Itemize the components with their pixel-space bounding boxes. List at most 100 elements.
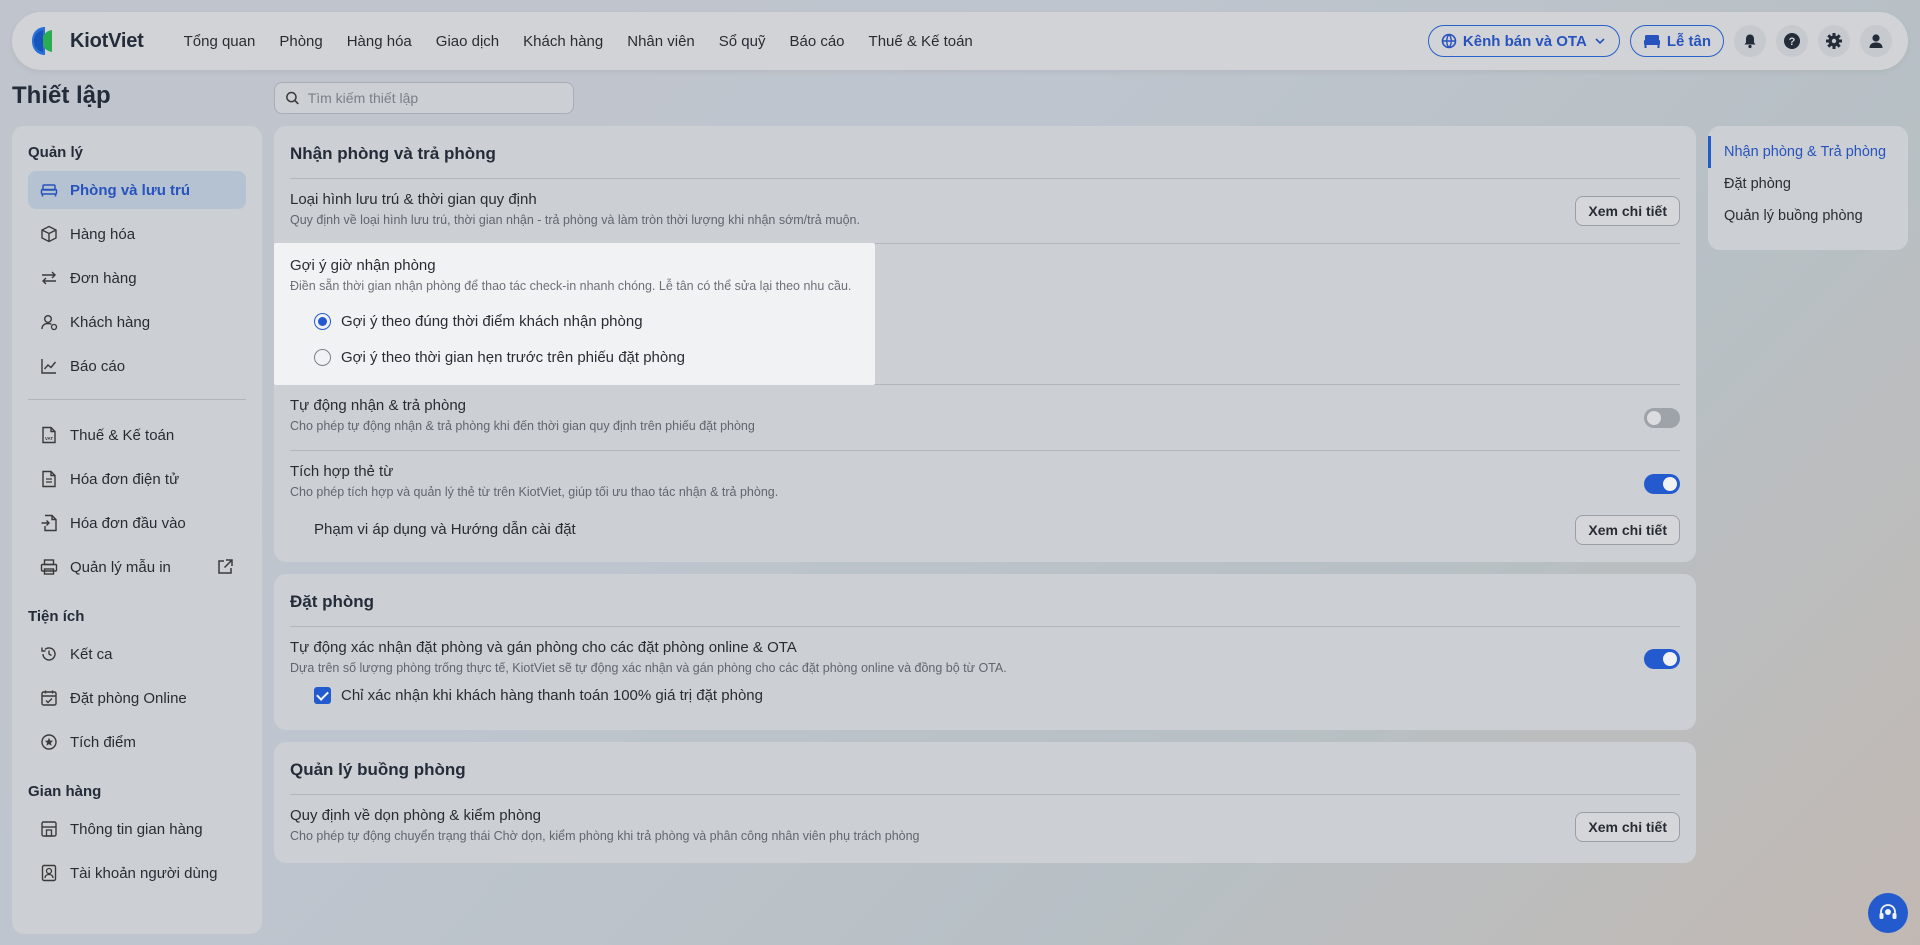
- sidebar-item-e-invoice[interactable]: Hóa đơn điện tử: [28, 460, 246, 498]
- invoice-icon: [42, 470, 56, 488]
- radio-button[interactable]: [314, 312, 331, 330]
- sidebar-item-label: Thông tin gian hàng: [70, 820, 203, 838]
- full-payment-only-option[interactable]: Chỉ xác nhận khi khách hàng thanh toán 1…: [290, 687, 1680, 704]
- nav-customers[interactable]: Khách hàng: [511, 33, 615, 50]
- sidebar-item-input-invoice[interactable]: Hóa đơn đầu vào: [28, 504, 246, 542]
- sidebar-section-utilities: Tiện ích: [28, 608, 85, 625]
- toc-item-checkin-checkout[interactable]: Nhận phòng & Trả phòng: [1708, 136, 1908, 168]
- star-circle-icon: [41, 734, 57, 750]
- settings-sidebar: Quản lý Phòng và lưu trú Hàng hóa Đơn hà…: [12, 126, 262, 934]
- row-title: Loại hình lưu trú & thời gian quy định: [290, 191, 537, 208]
- row-description: Cho phép tự động chuyển trạng thái Chờ d…: [290, 829, 920, 843]
- sidebar-item-loyalty-points[interactable]: Tích điểm: [28, 723, 246, 761]
- history-icon: [41, 647, 56, 661]
- key-card-toggle[interactable]: [1644, 474, 1680, 494]
- auto-checkin-toggle[interactable]: [1644, 408, 1680, 428]
- sidebar-item-label: Tích điểm: [70, 733, 136, 751]
- sidebar-item-label: Hóa đơn đầu vào: [70, 514, 186, 532]
- swap-icon: [42, 271, 56, 285]
- sidebar-item-rooms-stay[interactable]: Phòng và lưu trú: [28, 171, 246, 209]
- nav-goods[interactable]: Hàng hóa: [335, 33, 424, 50]
- sidebar-item-label: Đơn hàng: [70, 269, 137, 287]
- sidebar-item-tax-accounting[interactable]: VAT Thuế & Kế toán: [28, 416, 246, 454]
- sidebar-item-label: Phòng và lưu trú: [70, 181, 191, 199]
- reception-button[interactable]: Lễ tân: [1629, 25, 1724, 57]
- sidebar-item-store-info[interactable]: Thông tin gian hàng: [28, 810, 246, 848]
- user-icon: [1869, 34, 1883, 48]
- nav-transactions[interactable]: Giao dịch: [424, 33, 511, 50]
- bell-icon: [1744, 34, 1756, 49]
- sidebar-item-reports[interactable]: Báo cáo: [28, 347, 246, 385]
- nav-cashbook[interactable]: Sổ quỹ: [707, 33, 778, 50]
- card-title: Quản lý buồng phòng: [290, 742, 1680, 795]
- settings-search[interactable]: [274, 82, 574, 114]
- top-navigation-bar: KiotViet Tổng quan Phòng Hàng hóa Giao d…: [12, 12, 1908, 70]
- suggestion-description: Điền sẵn thời gian nhận phòng để thao tá…: [290, 279, 852, 293]
- sidebar-item-label: Hóa đơn điện tử: [70, 470, 180, 488]
- row-description: Cho phép tự động nhận & trả phòng khi đế…: [290, 419, 755, 433]
- toc-item-booking[interactable]: Đặt phòng: [1708, 168, 1908, 200]
- account-button[interactable]: [1860, 25, 1892, 57]
- external-link-icon[interactable]: [216, 558, 234, 576]
- topbar-actions: Kênh bán và OTA Lễ tân ?: [1427, 25, 1892, 57]
- radio-button[interactable]: [314, 348, 331, 366]
- nav-tax-accounting[interactable]: Thuế & Kế toán: [857, 33, 985, 50]
- settings-button[interactable]: [1818, 25, 1850, 57]
- sidebar-item-label: Kết ca: [70, 645, 113, 663]
- housekeeping-card: Quản lý buồng phòng Quy định về dọn phòn…: [274, 742, 1696, 863]
- view-details-button[interactable]: Xem chi tiết: [1575, 515, 1680, 545]
- key-card-guide-label: Phạm vi áp dụng và Hướng dẫn cài đặt: [314, 521, 576, 538]
- box-icon: [41, 225, 57, 243]
- auto-confirm-booking-row: Tự động xác nhận đặt phòng và gán phòng …: [290, 627, 1680, 723]
- sidebar-item-orders[interactable]: Đơn hàng: [28, 259, 246, 297]
- vat-doc-icon: VAT: [42, 426, 56, 444]
- store-icon: [41, 821, 57, 837]
- sidebar-item-print-templates[interactable]: Quản lý mẫu in: [28, 548, 246, 586]
- help-button[interactable]: ?: [1776, 25, 1808, 57]
- nav-staff[interactable]: Nhân viên: [615, 33, 707, 50]
- chevron-down-icon: [1595, 38, 1605, 45]
- cleaning-inspection-row: Quy định về dọn phòng & kiểm phòng Cho p…: [290, 795, 1680, 859]
- full-payment-checkbox[interactable]: [314, 687, 331, 704]
- headset-support-icon: [1879, 904, 1897, 919]
- toc-item-housekeeping[interactable]: Quản lý buồng phòng: [1708, 200, 1908, 232]
- sidebar-item-online-booking[interactable]: Đặt phòng Online: [28, 679, 246, 717]
- sales-channel-ota-button[interactable]: Kênh bán và OTA: [1427, 25, 1620, 57]
- sidebar-section-management: Quản lý: [28, 144, 84, 161]
- gear-icon: [1826, 33, 1842, 49]
- sidebar-item-label: Khách hàng: [70, 313, 151, 331]
- card-title: Đặt phòng: [290, 574, 1680, 627]
- row-title: Tự động xác nhận đặt phòng và gán phòng …: [290, 639, 797, 656]
- support-chat-button[interactable]: [1868, 893, 1908, 933]
- search-input[interactable]: [307, 90, 563, 106]
- calendar-check-icon: [41, 690, 57, 706]
- sidebar-item-customers[interactable]: Khách hàng: [28, 303, 246, 341]
- suggestion-option-actual-time[interactable]: Gợi ý theo đúng thời điểm khách nhận phò…: [314, 303, 859, 339]
- main-nav: Tổng quan Phòng Hàng hóa Giao dịch Khách…: [172, 33, 985, 50]
- suggestion-option-booked-time[interactable]: Gợi ý theo thời gian hẹn trước trên phiế…: [314, 339, 859, 375]
- sidebar-item-user-accounts[interactable]: Tài khoản người dùng: [28, 854, 246, 892]
- sidebar-item-shift-close[interactable]: Kết ca: [28, 635, 246, 673]
- globe-icon: [1441, 33, 1457, 49]
- view-details-button[interactable]: Xem chi tiết: [1575, 196, 1680, 226]
- notifications-button[interactable]: [1734, 25, 1766, 57]
- sidebar-item-label: Quản lý mẫu in: [70, 558, 171, 576]
- nav-reports[interactable]: Báo cáo: [777, 33, 856, 50]
- sales-channel-ota-label: Kênh bán và OTA: [1462, 32, 1587, 50]
- row-description: Dựa trên số lượng phòng trống thực tế, K…: [290, 661, 1007, 675]
- nav-rooms[interactable]: Phòng: [267, 33, 334, 50]
- auto-confirm-booking-toggle[interactable]: [1644, 649, 1680, 669]
- auto-checkin-row: Tự động nhận & trả phòng Cho phép tự độn…: [290, 385, 1680, 451]
- bed-icon: [1643, 35, 1660, 48]
- sidebar-item-label: Tài khoản người dùng: [70, 864, 218, 882]
- sidebar-item-goods[interactable]: Hàng hóa: [28, 215, 246, 253]
- row-title: Tự động nhận & trả phòng: [290, 397, 467, 414]
- key-card-row: Tích hợp thẻ từ Cho phép tích hợp và quả…: [290, 451, 1680, 559]
- brand-logo[interactable]: KiotViet: [28, 24, 144, 58]
- sidebar-item-label: Thuế & Kế toán: [70, 426, 175, 444]
- nav-overview[interactable]: Tổng quan: [172, 33, 268, 50]
- radio-label: Gợi ý theo thời gian hẹn trước trên phiế…: [341, 348, 685, 366]
- sidebar-item-label: Đặt phòng Online: [70, 689, 187, 707]
- suggestion-title: Gợi ý giờ nhận phòng: [290, 257, 436, 274]
- view-details-button[interactable]: Xem chi tiết: [1575, 812, 1680, 842]
